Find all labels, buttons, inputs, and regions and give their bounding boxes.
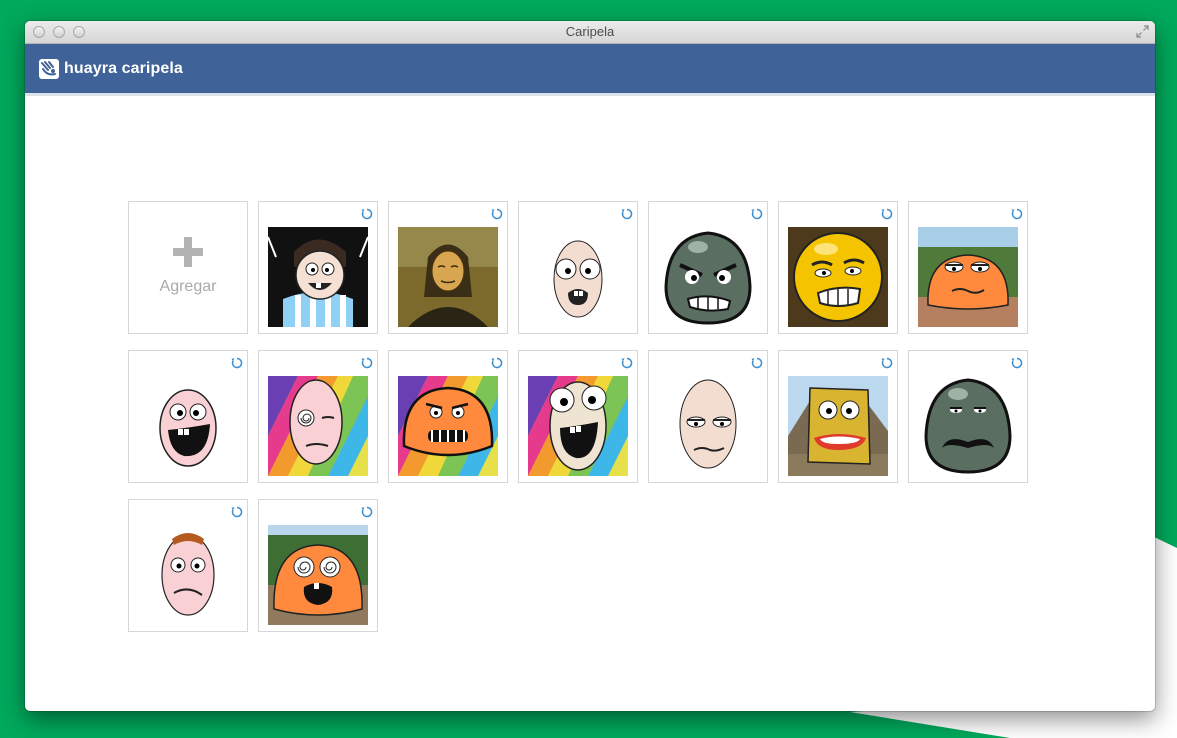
close-window-button[interactable] [33, 26, 45, 38]
caripela-thumbnail [658, 227, 758, 327]
window-controls [33, 26, 85, 38]
refresh-icon[interactable] [621, 357, 633, 369]
caripela-tile[interactable] [648, 350, 768, 483]
title-bar[interactable]: Caripela [25, 21, 1155, 44]
refresh-icon[interactable] [751, 208, 763, 220]
caripela-gallery: Agregar [128, 201, 1028, 632]
caripela-thumbnail [138, 376, 238, 476]
window-title: Caripela [565, 24, 615, 39]
refresh-icon[interactable] [361, 506, 373, 518]
fullscreen-icon[interactable] [1136, 25, 1149, 38]
app-header: huayra caripela [25, 44, 1155, 96]
caripela-thumbnail [138, 525, 238, 625]
caripela-tile[interactable] [388, 201, 508, 334]
caripela-tile[interactable] [518, 201, 638, 334]
caripela-tile[interactable] [128, 350, 248, 483]
caripela-thumbnail [268, 376, 368, 476]
caripela-tile[interactable] [908, 201, 1028, 334]
add-label: Agregar [159, 278, 217, 295]
caripela-thumbnail [528, 227, 628, 327]
minimize-window-button[interactable] [53, 26, 65, 38]
add-caripela-button[interactable]: Agregar [128, 201, 248, 334]
caripela-tile[interactable] [258, 499, 378, 632]
caripela-thumbnail [918, 376, 1018, 476]
refresh-icon[interactable] [361, 208, 373, 220]
refresh-icon[interactable] [1011, 357, 1023, 369]
caripela-tile[interactable] [128, 499, 248, 632]
refresh-icon[interactable] [491, 357, 503, 369]
caripela-thumbnail [268, 227, 368, 327]
refresh-icon[interactable] [751, 357, 763, 369]
app-brand: huayra caripela [64, 59, 183, 77]
refresh-icon[interactable] [361, 357, 373, 369]
caripela-tile[interactable] [648, 201, 768, 334]
caripela-thumbnail [918, 227, 1018, 327]
caripela-thumbnail [528, 376, 628, 476]
app-window: Caripela huayra caripela Agregar [25, 21, 1155, 711]
caripela-thumbnail [268, 525, 368, 625]
caripela-thumbnail [788, 227, 888, 327]
caripela-tile[interactable] [518, 350, 638, 483]
refresh-icon[interactable] [1011, 208, 1023, 220]
caripela-tile[interactable] [778, 350, 898, 483]
caripela-thumbnail [788, 376, 888, 476]
caripela-thumbnail [398, 376, 498, 476]
caripela-tile[interactable] [778, 201, 898, 334]
plus-icon [173, 237, 203, 267]
refresh-icon[interactable] [621, 208, 633, 220]
caripela-thumbnail [398, 227, 498, 327]
refresh-icon[interactable] [231, 506, 243, 518]
caripela-tile[interactable] [258, 201, 378, 334]
zoom-window-button[interactable] [73, 26, 85, 38]
refresh-icon[interactable] [491, 208, 503, 220]
huayra-logo-icon [39, 58, 59, 79]
caripela-tile[interactable] [908, 350, 1028, 483]
refresh-icon[interactable] [881, 357, 893, 369]
refresh-icon[interactable] [881, 208, 893, 220]
refresh-icon[interactable] [231, 357, 243, 369]
caripela-tile[interactable] [258, 350, 378, 483]
caripela-tile[interactable] [388, 350, 508, 483]
caripela-thumbnail [658, 376, 758, 476]
